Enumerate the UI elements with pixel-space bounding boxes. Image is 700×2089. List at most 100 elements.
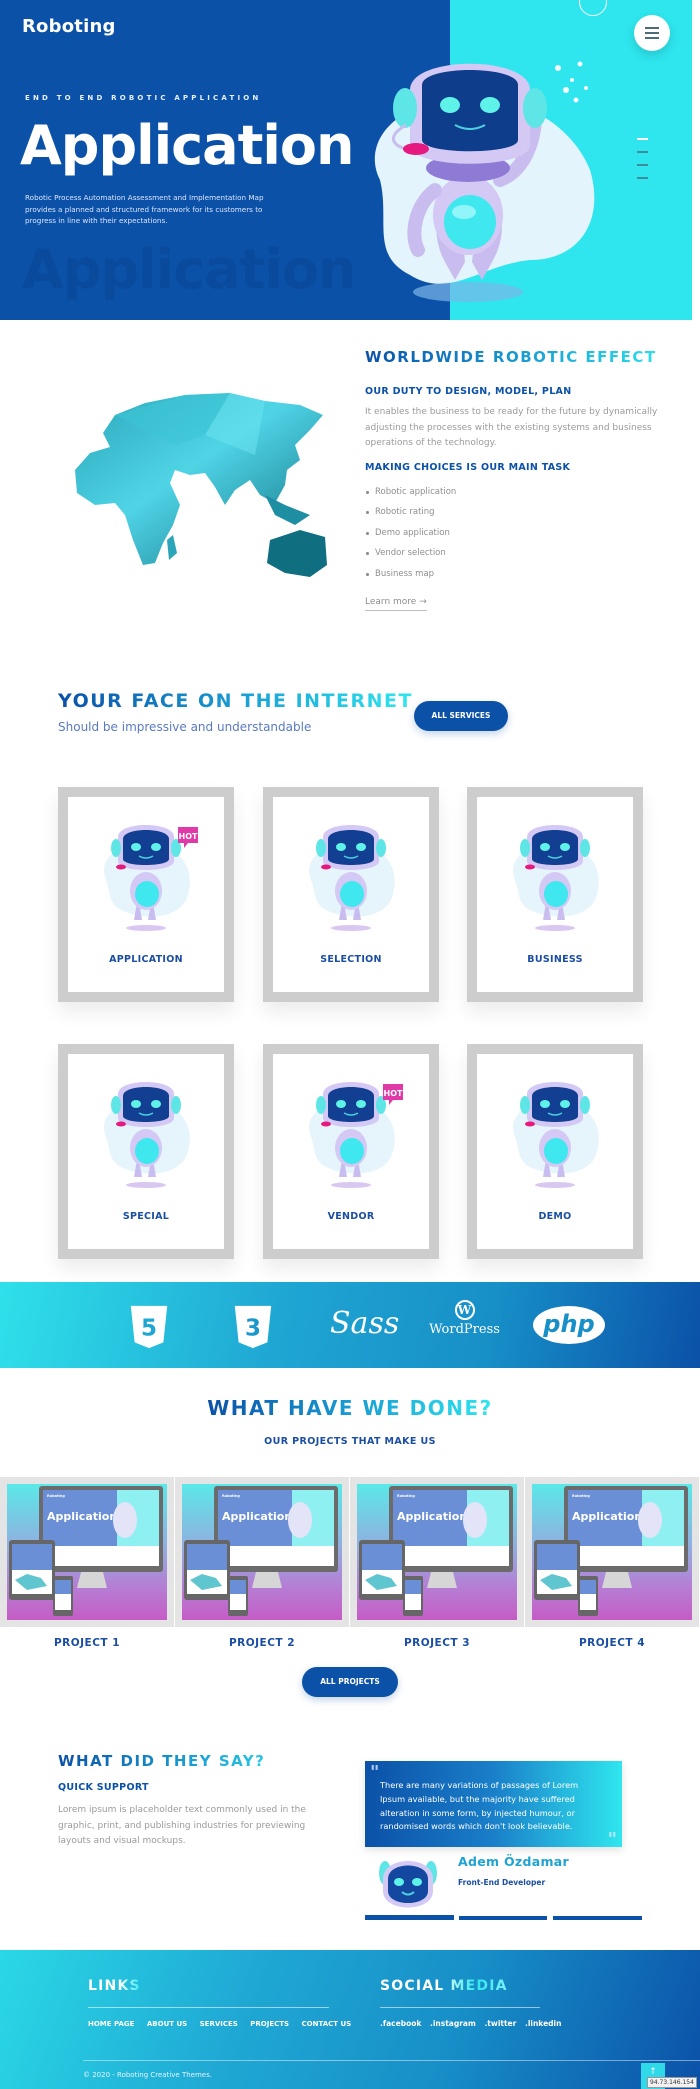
project-item[interactable]: Roboting Application PROJECT 1 [0, 1477, 174, 1649]
ip-address-tooltip: 94.73.146.154 [647, 2077, 697, 2088]
footer-social-divider [380, 2007, 540, 2008]
service-card[interactable]: DEMO [467, 1044, 643, 1259]
service-card-label: APPLICATION [109, 954, 183, 965]
service-card[interactable]: HOT VENDOR [263, 1044, 439, 1259]
project-thumbnail[interactable]: Roboting Application [0, 1477, 174, 1627]
footer-link-projects[interactable]: PROJECTS [250, 2020, 289, 2028]
service-card-label: SPECIAL [122, 1211, 170, 1222]
svg-text:Application: Application [572, 1510, 642, 1523]
all-projects-button[interactable]: ALL PROJECTS [302, 1667, 398, 1697]
project-item[interactable]: Roboting Application PROJECT 4 [525, 1477, 699, 1649]
project-thumbnail[interactable]: Roboting Application [525, 1477, 699, 1627]
projects-title: WHAT HAVE WE DONE? [207, 1396, 493, 1420]
service-card-body: SELECTION [273, 797, 429, 992]
slider-dot[interactable] [637, 138, 648, 140]
list-item: Demo application [365, 528, 675, 549]
site-logo[interactable]: Roboting [22, 16, 116, 37]
project-item[interactable]: Roboting Application PROJECT 3 [350, 1477, 524, 1649]
robot-illustration [513, 1082, 599, 1188]
testimonials-intro: WHAT DID THEY SAY? QUICK SUPPORT Lorem i… [58, 1752, 318, 1850]
tech-logos-bar: 5 3 Sass W WordPress php [0, 1282, 700, 1368]
service-card-body: HOT VENDOR [273, 1054, 429, 1249]
footer-social-title: SOCIAL MEDIA [380, 1978, 508, 1994]
svg-text:5: 5 [141, 1316, 157, 1342]
avatar [379, 1861, 437, 1908]
testimonial-tab[interactable] [459, 1916, 547, 1920]
html5-icon: 5 [130, 1305, 168, 1349]
php-wordmark: php [543, 1310, 595, 1338]
worldwide-title: WORLDWIDE ROBOTIC EFFECT [365, 348, 675, 366]
world-map-illustration [75, 393, 327, 577]
robot-illustration [513, 825, 599, 931]
service-card-body: HOT APPLICATION [68, 797, 224, 992]
php-icon: php [533, 1306, 605, 1344]
device-mockup-illustration: Roboting Application [9, 1486, 163, 1616]
project-mockup-image: Roboting Application [7, 1484, 167, 1620]
person-name: Adem Özdamar [458, 1854, 569, 1869]
service-card-body: SPECIAL [68, 1054, 224, 1249]
service-card[interactable]: HOT APPLICATION [58, 787, 234, 1002]
slider-dot[interactable] [637, 177, 648, 179]
social-instagram-link[interactable]: .instagram [430, 2019, 476, 2028]
service-card-label: VENDOR [327, 1211, 375, 1222]
slider-dot[interactable] [637, 151, 648, 153]
project-label: PROJECT 3 [403, 1637, 471, 1649]
social-linkedin-link[interactable]: .linkedin [525, 2019, 561, 2028]
footer-link-about[interactable]: ABOUT US [147, 2020, 187, 2028]
page: Roboting END TO END ROBOTIC APPLICATION … [0, 0, 700, 2089]
learn-more-link[interactable]: Learn more → [365, 597, 427, 611]
services-subtitle: Should be impressive and understandable [58, 720, 312, 734]
testimonial-tab[interactable] [365, 1915, 454, 1920]
service-card-body: DEMO [477, 1054, 633, 1249]
open-quote-icon: " [370, 1762, 380, 1783]
device-mockup-illustration: Roboting Application [359, 1486, 513, 1616]
social-facebook-link[interactable]: .facebook [380, 2019, 421, 2028]
footer-nav: HOME PAGE ABOUT US SERVICES PROJECTS CON… [88, 2020, 361, 2028]
testimonial-quote: There are many variations of passages of… [380, 1780, 579, 1832]
project-label: PROJECT 4 [578, 1637, 646, 1649]
hot-badge: HOT [383, 1084, 403, 1105]
slider-dot[interactable] [637, 164, 648, 166]
hot-badge: HOT [178, 827, 198, 848]
all-services-button[interactable]: ALL SERVICES [414, 701, 508, 731]
svg-text:Roboting: Roboting [222, 1494, 240, 1498]
service-card-label: SELECTION [320, 954, 382, 965]
hero-ghost-title: Application [22, 238, 356, 301]
hero-section: Roboting END TO END ROBOTIC APPLICATION … [0, 0, 700, 320]
footer-link-contact[interactable]: CONTACT US [302, 2020, 352, 2028]
footer-link-services[interactable]: SERVICES [200, 2020, 238, 2028]
person-role: Front-End Developer [458, 1878, 546, 1887]
hero-slider-pagination [637, 138, 648, 190]
project-thumbnail[interactable]: Roboting Application [350, 1477, 524, 1627]
service-card-label: BUSINESS [527, 954, 583, 965]
list-item: Business map [365, 569, 675, 590]
service-card[interactable]: SELECTION [263, 787, 439, 1002]
hero-title: Application [20, 114, 354, 177]
testimonial-quote-box: " There are many variations of passages … [365, 1761, 622, 1849]
project-thumbnail[interactable]: Roboting Application [175, 1477, 349, 1627]
svg-text:Application: Application [222, 1510, 292, 1523]
svg-text:3: 3 [245, 1316, 261, 1342]
device-mockup-illustration: Roboting Application [534, 1486, 688, 1616]
services-title: YOUR FACE ON THE INTERNET [58, 690, 413, 712]
hamburger-icon-line [645, 32, 659, 34]
service-card[interactable]: BUSINESS [467, 787, 643, 1002]
projects-header: WHAT HAVE WE DONE? OUR PROJECTS THAT MAK… [0, 1396, 700, 1447]
quick-support-heading: QUICK SUPPORT [58, 1782, 149, 1793]
hero-edge [692, 0, 700, 320]
hero-robot-illustration [374, 61, 595, 302]
social-twitter-link[interactable]: .twitter [484, 2019, 516, 2028]
service-card[interactable]: SPECIAL [58, 1044, 234, 1259]
menu-button[interactable] [634, 15, 670, 51]
project-mockup-image: Roboting Application [357, 1484, 517, 1620]
footer-link-home[interactable]: HOME PAGE [88, 2020, 134, 2028]
footer-links-divider [88, 2007, 329, 2008]
list-item: Vendor selection [365, 548, 675, 569]
hero-kicker: END TO END ROBOTIC APPLICATION [25, 94, 262, 102]
project-label: PROJECT 2 [228, 1637, 296, 1649]
arrow-up-icon: ↑ [649, 2067, 657, 2077]
worldwide-section: WORLDWIDE ROBOTIC EFFECT OUR DUTY TO DES… [365, 348, 675, 611]
testimonial-tab[interactable] [553, 1916, 642, 1920]
project-item[interactable]: Roboting Application PROJECT 2 [175, 1477, 349, 1649]
choices-heading: MAKING CHOICES IS OUR MAIN TASK [365, 461, 571, 473]
